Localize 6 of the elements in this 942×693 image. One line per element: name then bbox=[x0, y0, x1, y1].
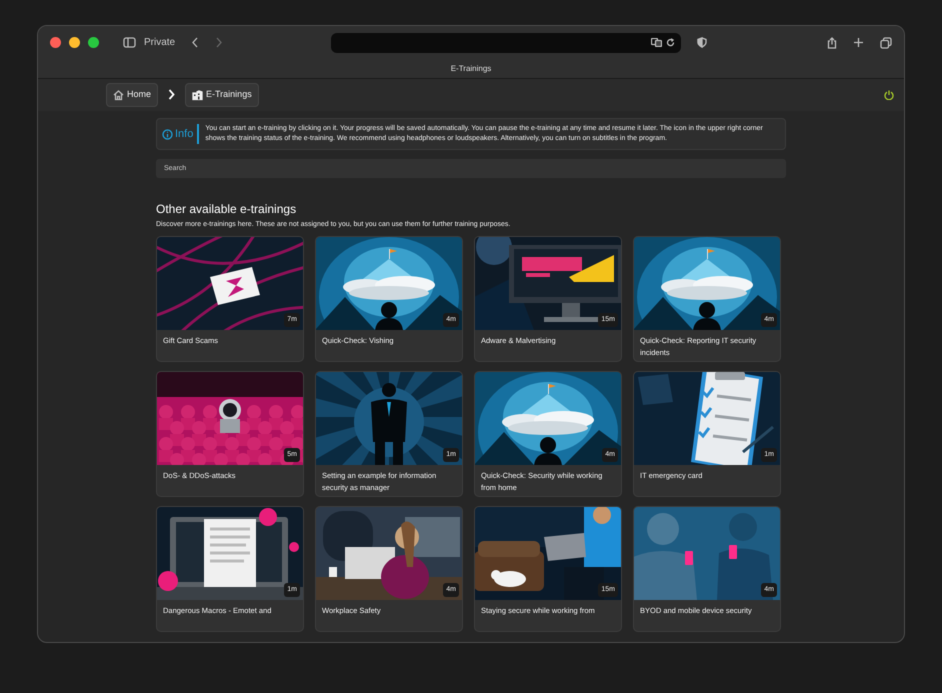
private-mode-label: Private bbox=[144, 36, 176, 50]
info-title: Info bbox=[175, 126, 194, 142]
tab-title[interactable]: E-Trainings bbox=[450, 62, 492, 74]
section-heading: Other available e-trainings bbox=[156, 202, 298, 217]
breadcrumb-link[interactable]: Home bbox=[106, 83, 158, 107]
breadcrumb-link[interactable]: E-Trainings bbox=[185, 83, 259, 107]
